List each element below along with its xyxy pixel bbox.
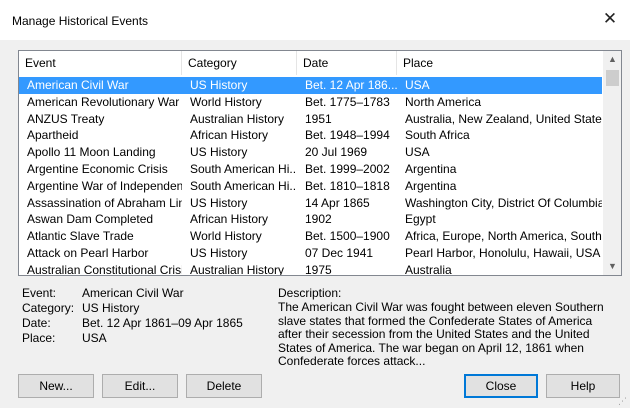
place-cell: South Africa: [405, 128, 470, 143]
category-cell: US History: [190, 245, 248, 260]
list-item[interactable]: Australian Constitutional Crisis Australi…: [19, 262, 602, 276]
list-item[interactable]: Argentine War of Independen... South Amer…: [19, 178, 602, 195]
date-cell: Bet. 1775–1783: [305, 94, 390, 109]
place-cell: Argentina: [405, 178, 457, 193]
list-item[interactable]: Assassination of Abraham Lin... US Histor…: [19, 195, 602, 212]
event-cell: Attack on Pearl Harbor: [27, 245, 149, 260]
event-cell: Argentine Economic Crisis: [27, 161, 168, 176]
event-cell: American Revolutionary War: [27, 94, 180, 109]
window-title: Manage Historical Events: [12, 14, 149, 28]
place-cell: Argentina: [405, 161, 457, 176]
category-cell: US History: [190, 145, 248, 160]
list-header: Event Category Date Place: [19, 51, 602, 75]
list-item[interactable]: Attack on Pearl Harbor US History 07 Dec 1…: [19, 245, 602, 262]
place-label: Place:: [22, 331, 56, 345]
event-cell: American Civil War: [27, 78, 129, 92]
event-cell: Argentine War of Independen...: [27, 178, 182, 193]
manage-historical-events-dialog: Manage Historical Events ✕ Event Categor…: [0, 0, 630, 408]
place-cell: North America: [405, 94, 482, 109]
column-header-place[interactable]: Place: [397, 51, 602, 75]
date-cell: Bet. 1999–2002: [305, 161, 390, 176]
date-value: Bet. 12 Apr 1861–09 Apr 1865: [82, 316, 243, 330]
category-cell: African History: [190, 128, 269, 143]
place-cell: Australia, New Zealand, United States: [405, 111, 602, 126]
close-button[interactable]: Close: [464, 374, 538, 398]
new-button[interactable]: New...: [18, 374, 94, 398]
event-cell: Atlantic Slave Trade: [27, 229, 134, 244]
description-text: The American Civil War was fought betwee…: [278, 300, 604, 368]
list-item[interactable]: ANZUS Treaty Australian History 1951 Austra…: [19, 111, 602, 128]
category-cell: Australian History: [190, 262, 285, 276]
vertical-scrollbar[interactable]: ▲ ▼: [603, 51, 621, 275]
date-label: Date:: [22, 316, 51, 330]
list-item[interactable]: Aswan Dam Completed African History 1902 Eg…: [19, 211, 602, 228]
date-cell: Bet. 1810–1818: [305, 178, 390, 193]
place-cell: Australia: [405, 262, 452, 276]
list-item[interactable]: American Civil War US History Bet. 12 Apr …: [19, 77, 602, 94]
category-label: Category:: [22, 301, 75, 315]
event-cell: ANZUS Treaty: [27, 111, 105, 126]
date-cell: 07 Dec 1941: [305, 245, 374, 260]
chevron-down-icon[interactable]: ▼: [604, 258, 621, 275]
edit-button[interactable]: Edit...: [102, 374, 178, 398]
list-item[interactable]: American Revolutionary War World History B…: [19, 94, 602, 111]
list-rows: American Civil War US History Bet. 12 Apr …: [19, 77, 602, 276]
place-cell: Egypt: [405, 212, 436, 227]
date-cell: 1975: [305, 262, 332, 276]
date-cell: Bet. 12 Apr 186...: [305, 78, 397, 92]
column-header-category[interactable]: Category: [182, 51, 297, 75]
date-cell: Bet. 1500–1900: [305, 229, 390, 244]
event-label: Event:: [22, 286, 57, 300]
date-cell: 1902: [305, 212, 332, 227]
category-cell: South American Hi...: [190, 161, 297, 176]
category-cell: South American Hi...: [190, 178, 297, 193]
help-button[interactable]: Help: [546, 374, 620, 398]
list-item[interactable]: Argentine Economic Crisis South American …: [19, 161, 602, 178]
event-cell: Aswan Dam Completed: [27, 212, 154, 227]
column-header-event[interactable]: Event: [19, 51, 182, 75]
date-cell: 14 Apr 1865: [305, 195, 370, 210]
date-cell: 1951: [305, 111, 332, 126]
event-cell: Apartheid: [27, 128, 79, 143]
events-list[interactable]: Event Category Date Place American Civil…: [18, 50, 622, 276]
column-header-date[interactable]: Date: [297, 51, 397, 75]
list-item[interactable]: Apartheid African History Bet. 1948–1994 So…: [19, 127, 602, 144]
category-value: US History: [82, 301, 140, 315]
close-icon[interactable]: ✕: [600, 9, 620, 29]
event-cell: Australian Constitutional Crisis: [27, 262, 182, 276]
category-cell: World History: [190, 229, 262, 244]
date-cell: 20 Jul 1969: [305, 145, 368, 160]
place-cell: USA: [405, 78, 430, 92]
title-bar: Manage Historical Events ✕: [0, 0, 630, 40]
category-cell: US History: [190, 195, 248, 210]
date-cell: Bet. 1948–1994: [305, 128, 390, 143]
place-cell: USA: [405, 145, 430, 160]
list-item[interactable]: Apollo 11 Moon Landing US History 20 Jul 1…: [19, 144, 602, 161]
category-cell: Australian History: [190, 111, 285, 126]
event-cell: Assassination of Abraham Lin...: [27, 195, 182, 210]
place-cell: Washington City, District Of Columbia...: [405, 195, 602, 210]
place-cell: Africa, Europe, North America, South ...: [405, 229, 602, 244]
description-label: Description:: [278, 286, 342, 300]
event-cell: Apollo 11 Moon Landing: [27, 145, 156, 160]
delete-button[interactable]: Delete: [186, 374, 262, 398]
category-cell: World History: [190, 94, 262, 109]
place-cell: Pearl Harbor, Honolulu, Hawaii, USA: [405, 245, 601, 260]
scroll-thumb[interactable]: [606, 70, 619, 86]
event-value: American Civil War: [82, 286, 184, 300]
list-item[interactable]: Atlantic Slave Trade World History Bet. 15…: [19, 228, 602, 245]
chevron-up-icon[interactable]: ▲: [604, 51, 621, 68]
size-grip-icon[interactable]: ⋰: [618, 396, 628, 406]
category-cell: African History: [190, 212, 269, 227]
category-cell: US History: [190, 78, 248, 92]
place-value: USA: [82, 331, 107, 345]
